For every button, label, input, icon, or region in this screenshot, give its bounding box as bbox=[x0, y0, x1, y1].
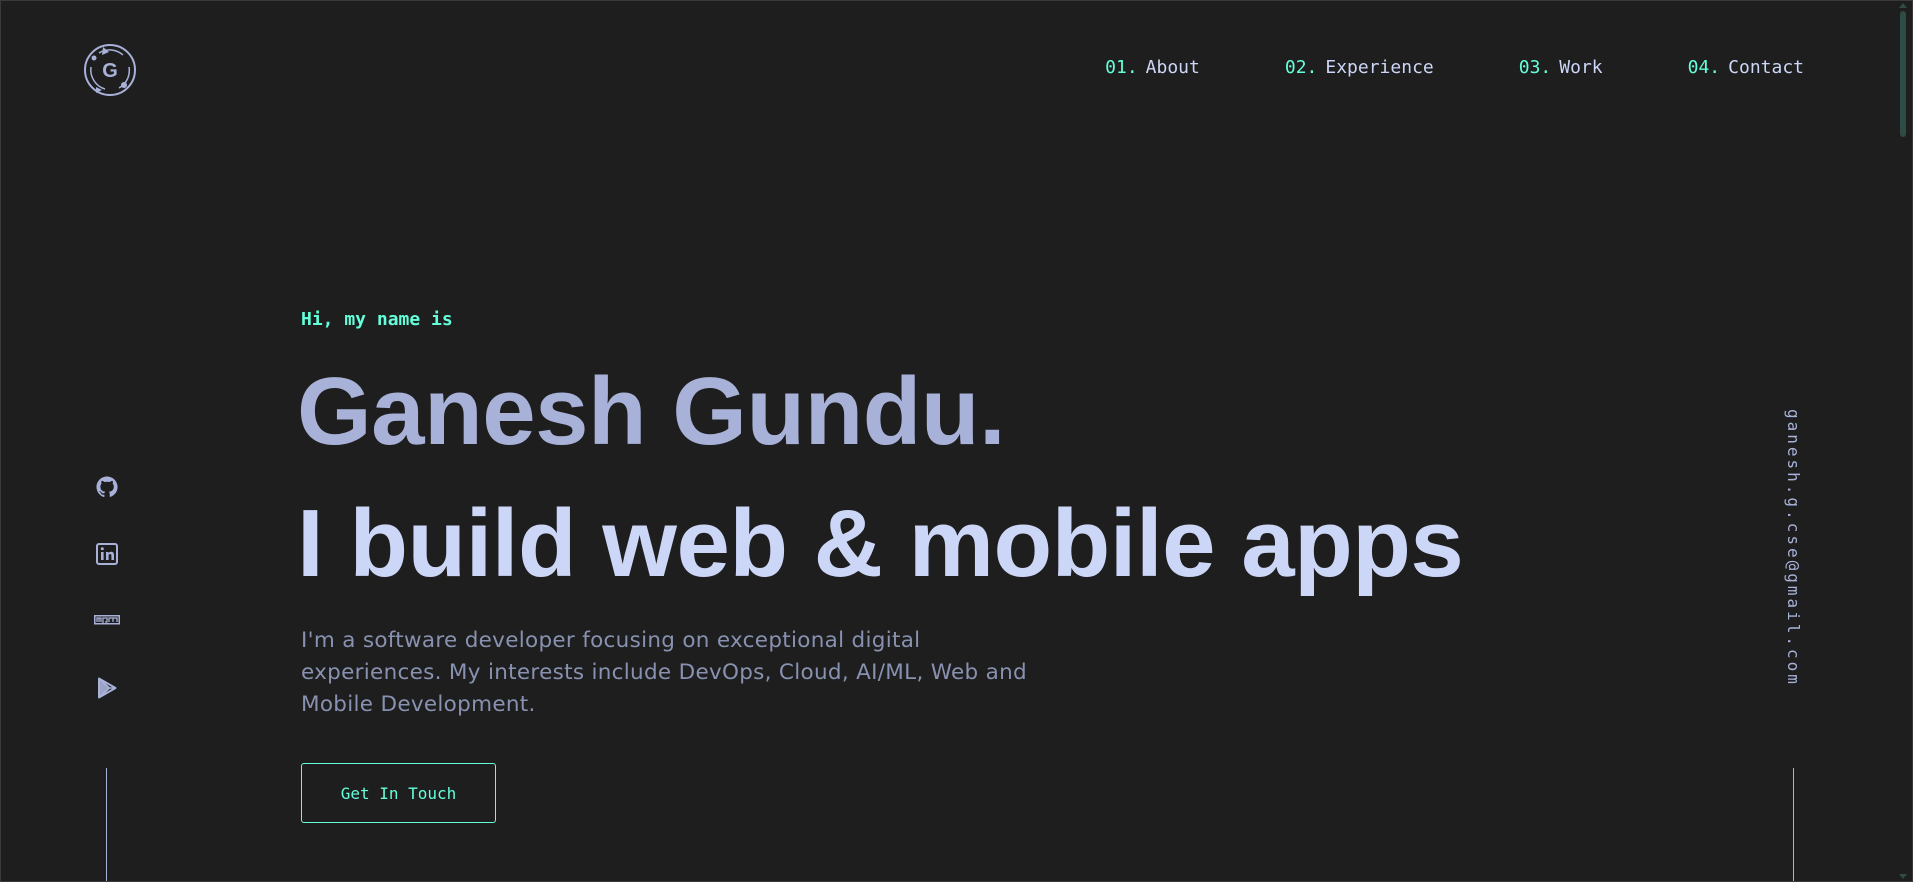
page: G 01. About 02. Experience 03. Work 04. … bbox=[0, 0, 1913, 882]
logo[interactable]: G bbox=[83, 43, 137, 97]
nav-item-work[interactable]: 03. Work bbox=[1519, 57, 1603, 78]
nav-label: Work bbox=[1559, 57, 1603, 78]
npm-icon bbox=[94, 615, 120, 625]
nav-number: 04. bbox=[1687, 57, 1721, 78]
linkedin-icon bbox=[96, 543, 118, 565]
scroll-up-icon[interactable] bbox=[1899, 3, 1907, 8]
hero-name: Ganesh Gundu. bbox=[297, 358, 1006, 465]
main-nav: 01. About 02. Experience 03. Work 04. Co… bbox=[1020, 57, 1804, 78]
google-play-icon bbox=[98, 677, 117, 699]
nav-label: About bbox=[1145, 57, 1200, 78]
email-link[interactable]: ganesh.g.cse@gmail.com bbox=[1784, 409, 1803, 687]
hero-tagline: I build web & mobile apps bbox=[297, 490, 1464, 597]
github-link[interactable] bbox=[91, 471, 123, 503]
social-links bbox=[91, 471, 123, 739]
logo-icon: G bbox=[84, 44, 136, 96]
npm-link[interactable] bbox=[91, 605, 123, 637]
nav-number: 02. bbox=[1284, 57, 1318, 78]
nav-number: 01. bbox=[1105, 57, 1138, 78]
logo-letter: G bbox=[102, 60, 118, 82]
nav-item-contact[interactable]: 04. Contact bbox=[1688, 57, 1804, 78]
nav-item-about[interactable]: 01. About bbox=[1105, 57, 1200, 78]
email-line bbox=[1793, 768, 1794, 881]
get-in-touch-button[interactable]: Get In Touch bbox=[301, 763, 496, 823]
nav-item-experience[interactable]: 02. Experience bbox=[1285, 57, 1434, 78]
scroll-thumb[interactable] bbox=[1900, 11, 1906, 137]
nav-label: Contact bbox=[1728, 57, 1804, 78]
google-play-link[interactable] bbox=[91, 672, 123, 704]
scrollbar[interactable] bbox=[1894, 1, 1912, 881]
scroll-down-icon[interactable] bbox=[1899, 874, 1907, 879]
social-line bbox=[106, 768, 107, 881]
linkedin-link[interactable] bbox=[91, 538, 123, 570]
github-icon bbox=[96, 476, 118, 498]
hero-bio: I'm a software developer focusing on exc… bbox=[301, 628, 1027, 717]
nav-label: Experience bbox=[1325, 57, 1434, 78]
nav-number: 03. bbox=[1518, 57, 1552, 78]
hero-greeting: Hi, my name is bbox=[301, 309, 453, 330]
